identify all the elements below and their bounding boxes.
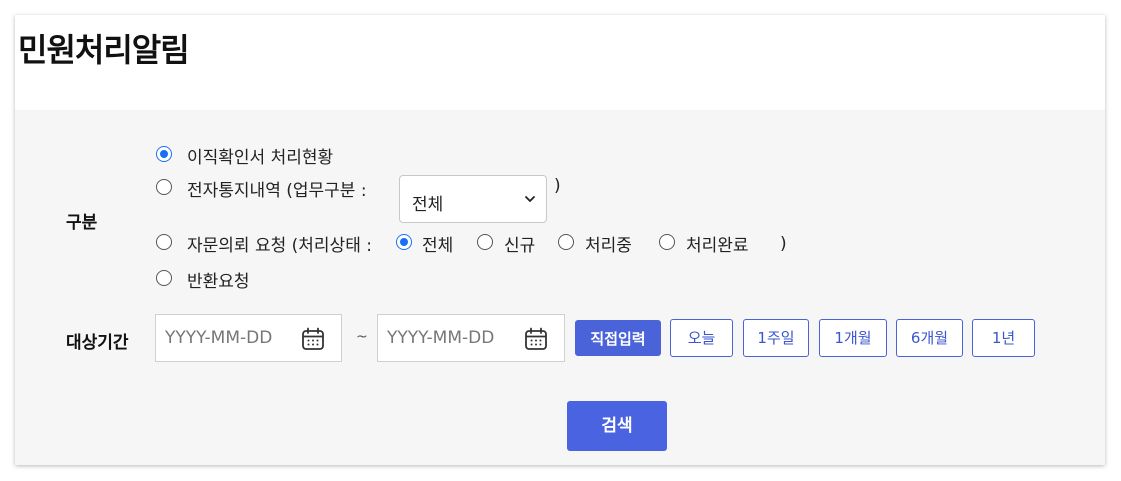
radio-status-all[interactable] bbox=[396, 234, 412, 250]
alert-panel: 민원처리알림 구분 이직확인서 처리현황 전자통지내역 (업무구분 : 전체 )… bbox=[15, 15, 1105, 465]
radio-consult[interactable] bbox=[156, 234, 172, 250]
work-type-select[interactable]: 전체 bbox=[399, 175, 547, 223]
option-label-e-notice: 전자통지내역 (업무구분 : bbox=[187, 181, 367, 201]
status-label-processing: 처리중 bbox=[585, 236, 632, 256]
end-date-placeholder: YYYY-MM-DD bbox=[387, 328, 495, 348]
period-button-1-week[interactable]: 1주일 bbox=[743, 319, 809, 357]
e-notice-close-paren: ) bbox=[554, 176, 561, 196]
date-range-separator: ~ bbox=[356, 329, 368, 345]
chevron-down-icon bbox=[525, 196, 535, 202]
period-button-1-month[interactable]: 1개월 bbox=[819, 319, 887, 357]
status-label-all: 전체 bbox=[422, 236, 454, 256]
status-label-complete: 처리완료 bbox=[686, 236, 749, 256]
period-button-6-months[interactable]: 6개월 bbox=[896, 319, 963, 357]
radio-status-new[interactable] bbox=[477, 234, 493, 250]
period-button-1-year[interactable]: 1년 bbox=[972, 319, 1035, 357]
status-label-new: 신규 bbox=[504, 236, 536, 256]
start-date-input[interactable]: YYYY-MM-DD bbox=[155, 314, 342, 362]
start-date-placeholder: YYYY-MM-DD bbox=[165, 328, 273, 348]
radio-status-complete[interactable] bbox=[659, 234, 675, 250]
category-label: 구분 bbox=[66, 213, 98, 233]
radio-confirm-status[interactable] bbox=[156, 146, 172, 162]
option-label-return: 반환요청 bbox=[187, 272, 250, 292]
page-title: 민원처리알림 bbox=[18, 31, 190, 69]
search-filter-area: 구분 이직확인서 처리현황 전자통지내역 (업무구분 : 전체 ) 자문의뢰 요… bbox=[15, 110, 1105, 465]
search-button[interactable]: 검색 bbox=[567, 401, 667, 451]
work-type-selected: 전체 bbox=[412, 195, 444, 215]
option-label-confirm-status: 이직확인서 처리현황 bbox=[187, 148, 334, 168]
period-button-today[interactable]: 오늘 bbox=[670, 319, 733, 357]
radio-e-notice[interactable] bbox=[156, 179, 172, 195]
period-label: 대상기간 bbox=[66, 333, 129, 353]
calendar-icon[interactable] bbox=[301, 327, 325, 351]
radio-status-processing[interactable] bbox=[558, 234, 574, 250]
end-date-input[interactable]: YYYY-MM-DD bbox=[377, 314, 565, 362]
period-button-direct-input[interactable]: 직접입력 bbox=[575, 320, 661, 356]
radio-return[interactable] bbox=[156, 270, 172, 286]
calendar-icon[interactable] bbox=[524, 327, 548, 351]
option-label-consult: 자문의뢰 요청 (처리상태 : bbox=[187, 236, 372, 256]
consult-close-paren: ) bbox=[780, 234, 787, 254]
